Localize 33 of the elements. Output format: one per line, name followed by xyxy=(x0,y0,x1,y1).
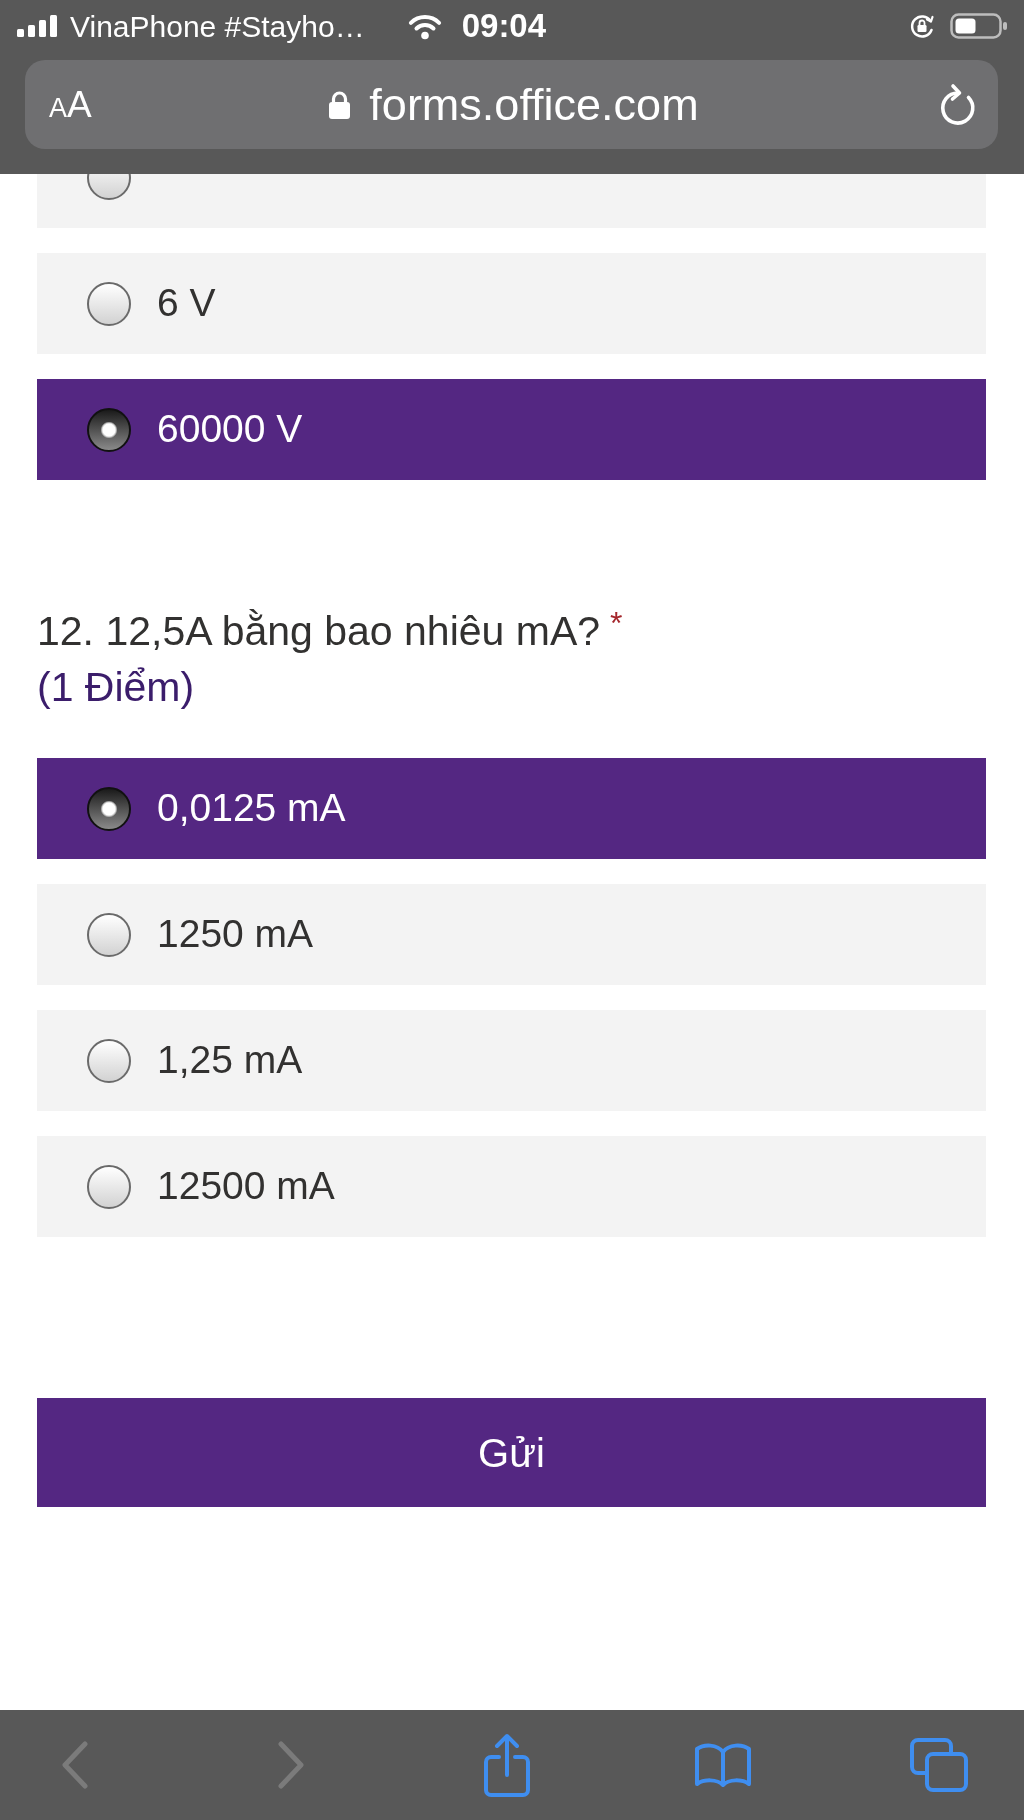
answer-option[interactable]: 12500 mA xyxy=(37,1136,986,1237)
url-text: forms.office.com xyxy=(369,79,699,130)
reload-button[interactable] xyxy=(938,82,978,127)
radio-button[interactable] xyxy=(87,281,131,326)
points-label: (1 Điểm) xyxy=(37,663,195,712)
required-mark: * xyxy=(610,605,623,641)
answer-option[interactable]: 60000 V xyxy=(37,379,986,480)
chevron-right-icon xyxy=(275,1740,307,1790)
address-bar[interactable]: AA forms.office.com xyxy=(25,60,998,149)
answer-option[interactable]: 6 V xyxy=(37,253,986,354)
battery-icon xyxy=(950,13,1008,39)
carrier-name: VinaPhone #Stayho… xyxy=(70,9,365,43)
chevron-left-icon xyxy=(59,1740,91,1790)
tabs-icon xyxy=(909,1737,969,1793)
answer-option[interactable]: 1,25 mA xyxy=(37,1010,986,1111)
question-title: 12. 12,5A bằng bao nhiêu mA? xyxy=(37,608,601,654)
signal-icon xyxy=(17,15,58,37)
answer-option[interactable]: 0,0125 mA xyxy=(37,758,986,859)
wifi-icon xyxy=(406,12,443,40)
radio-button[interactable] xyxy=(87,1038,131,1083)
radio-button[interactable] xyxy=(87,1164,131,1209)
radio-button[interactable] xyxy=(87,786,131,831)
submit-button[interactable]: Gửi xyxy=(37,1398,986,1507)
reload-icon xyxy=(938,82,978,127)
answer-option[interactable]: 1250 mA xyxy=(37,884,986,985)
open-book-icon xyxy=(694,1742,752,1788)
radio-button[interactable] xyxy=(87,407,131,452)
radio-button[interactable] xyxy=(87,912,131,957)
rotation-lock-icon xyxy=(909,13,935,39)
clock-time: 09:04 xyxy=(461,7,547,45)
text-size-button[interactable]: AA xyxy=(49,86,92,123)
lock-icon xyxy=(328,89,352,120)
share-icon xyxy=(482,1733,532,1797)
